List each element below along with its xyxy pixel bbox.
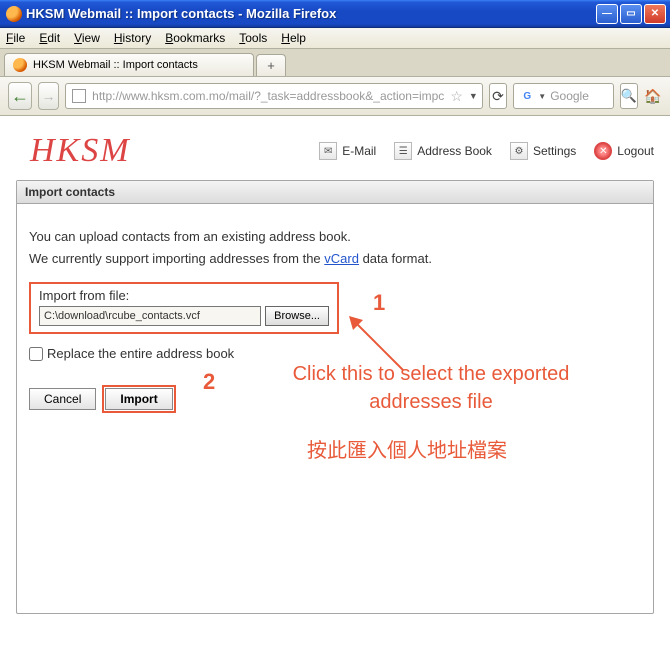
url-text: http://www.hksm.com.mo/mail/?_task=addre… (92, 89, 444, 103)
window-titlebar: HKSM Webmail :: Import contacts - Mozill… (0, 0, 670, 28)
vcard-link[interactable]: vCard (324, 251, 359, 266)
browser-tab[interactable]: HKSM Webmail :: Import contacts (4, 53, 254, 76)
annotation-text-cn: 按此匯入個人地址檔案 (307, 434, 507, 463)
back-button[interactable]: ← (8, 82, 32, 110)
settings-icon: ⚙ (510, 142, 528, 160)
nav-email[interactable]: ✉ E-Mail (319, 142, 376, 160)
google-icon: G (520, 89, 534, 103)
favicon-icon (13, 58, 27, 72)
addressbook-icon: ☰ (394, 142, 412, 160)
import-panel: Import contacts You can upload contacts … (16, 180, 654, 614)
reload-button[interactable]: ⟳ (489, 83, 507, 109)
app-topnav: HKSM ✉ E-Mail ☰ Address Book ⚙ Settings … (16, 128, 654, 180)
replace-label: Replace the entire address book (47, 346, 234, 361)
nav-addressbook[interactable]: ☰ Address Book (394, 142, 492, 160)
nav-settings[interactable]: ⚙ Settings (510, 142, 576, 160)
annotation-text-en: Click this to select the exported addres… (281, 360, 581, 416)
replace-checkbox[interactable] (29, 347, 43, 361)
intro-line-2: We currently support importing addresses… (29, 250, 641, 268)
browse-button[interactable]: Browse... (265, 306, 329, 326)
page-content: HKSM ✉ E-Mail ☰ Address Book ⚙ Settings … (0, 116, 670, 656)
email-icon: ✉ (319, 142, 337, 160)
app-logo: HKSM (16, 132, 131, 170)
import-button[interactable]: Import (105, 388, 172, 410)
page-icon (72, 89, 86, 103)
menu-file[interactable]: File (6, 31, 25, 45)
annotation-number-2: 2 (203, 369, 215, 395)
menu-bookmarks[interactable]: Bookmarks (165, 31, 225, 45)
url-dropdown-icon[interactable]: ▼ (469, 91, 478, 101)
tab-bar: HKSM Webmail :: Import contacts + (0, 49, 670, 77)
intro-line-1: You can upload contacts from an existing… (29, 228, 641, 246)
menu-view[interactable]: View (74, 31, 100, 45)
home-button[interactable]: 🏠 (644, 83, 662, 109)
import-highlight: Import (102, 385, 175, 413)
nav-toolbar: ← → http://www.hksm.com.mo/mail/?_task=a… (0, 77, 670, 116)
bookmark-star-icon[interactable]: ☆ (450, 88, 463, 105)
forward-button[interactable]: → (38, 82, 59, 110)
firefox-icon (6, 6, 22, 22)
tab-title: HKSM Webmail :: Import contacts (33, 59, 198, 71)
new-tab-button[interactable]: + (256, 54, 286, 76)
file-select-block: Import from file: Browse... (29, 282, 339, 334)
search-button[interactable]: 🔍 (620, 83, 638, 109)
file-label: Import from file: (39, 288, 329, 303)
window-title: HKSM Webmail :: Import contacts - Mozill… (26, 6, 596, 21)
panel-title: Import contacts (17, 181, 653, 204)
menubar: File Edit View History Bookmarks Tools H… (0, 28, 670, 49)
search-placeholder: Google (550, 89, 589, 103)
address-bar[interactable]: http://www.hksm.com.mo/mail/?_task=addre… (65, 83, 483, 109)
search-field[interactable]: G ▼ Google (513, 83, 613, 109)
file-path-input[interactable] (39, 306, 261, 326)
annotation-number-1: 1 (373, 290, 385, 316)
cancel-button[interactable]: Cancel (29, 388, 96, 410)
menu-edit[interactable]: Edit (39, 31, 60, 45)
nav-logout[interactable]: ✕ Logout (594, 142, 654, 160)
menu-history[interactable]: History (114, 31, 151, 45)
maximize-button[interactable]: ▭ (620, 4, 642, 24)
logout-icon: ✕ (594, 142, 612, 160)
minimize-button[interactable]: — (596, 4, 618, 24)
menu-help[interactable]: Help (281, 31, 306, 45)
close-window-button[interactable]: ✕ (644, 4, 666, 24)
menu-tools[interactable]: Tools (239, 31, 267, 45)
